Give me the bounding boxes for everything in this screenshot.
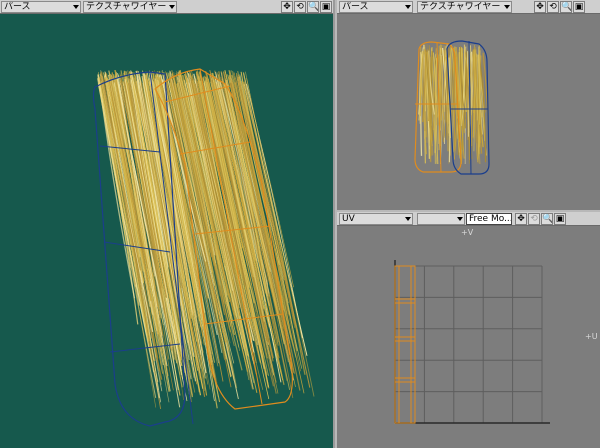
view-type-label: パース [4,2,31,12]
rotate-view-icon[interactable]: ⟲ [547,1,559,13]
uv-canvas[interactable]: +V +U [337,226,600,448]
top-right-toolbar: パース テクスチャワイヤー ✥ ⟲ 🔍 ▣ [337,0,600,14]
move-view-icon[interactable]: ✥ [281,1,293,13]
view-type-dropdown[interactable]: パース [339,1,413,13]
display-mode-label: テクスチャワイヤー [420,2,501,12]
chevron-down-icon [405,217,411,221]
rotate-view-icon[interactable]: ⟲ [294,1,306,13]
uv-view-label: UV [342,214,355,224]
chevron-down-icon [405,5,411,9]
hair-strand [472,49,475,138]
display-mode-label: テクスチャワイヤー [86,2,167,12]
zoom-view-icon[interactable]: 🔍 [307,1,319,13]
uv-map-dropdown[interactable] [417,213,465,225]
perspective-canvas[interactable] [0,14,333,448]
maximize-view-icon[interactable]: ▣ [320,1,332,13]
move-view-icon[interactable]: ✥ [515,213,527,225]
display-mode-dropdown[interactable]: テクスチャワイヤー [417,1,512,13]
uv-toolbar: UV Free Mo... ✥ ⟲ 🔍 ▣ [337,212,600,226]
display-mode-dropdown[interactable]: テクスチャワイヤー [83,1,177,13]
chevron-down-icon [504,5,510,9]
top-right-scene [414,40,490,175]
view-type-label: パース [342,2,369,12]
perspective-viewport-pane: パース テクスチャワイヤー ✥ ⟲ 🔍 ▣ [0,0,335,448]
uv-grid [394,260,550,424]
zoom-view-icon[interactable]: 🔍 [560,1,572,13]
maximize-view-icon[interactable]: ▣ [554,213,566,225]
uv-island-orange [394,265,416,424]
hair-strand [453,48,456,151]
perspective-toolbar: パース テクスチャワイヤー ✥ ⟲ 🔍 ▣ [0,0,333,14]
uv-viewport-pane: UV Free Mo... ✥ ⟲ 🔍 ▣ +V +U [337,212,600,448]
top-right-canvas[interactable] [337,14,600,210]
maximize-view-icon[interactable]: ▣ [573,1,585,13]
chevron-down-icon [457,217,463,221]
uv-grid-lines [394,260,550,424]
hair-strand [423,48,426,132]
uv-view-dropdown[interactable]: UV [339,213,413,225]
uv-map-field[interactable]: Free Mo... [466,213,512,225]
rotate-view-icon[interactable]: ⟲ [528,213,540,225]
chevron-down-icon [73,5,79,9]
move-view-icon[interactable]: ✥ [534,1,546,13]
view-type-dropdown[interactable]: パース [1,1,81,13]
perspective-scene [92,68,315,427]
zoom-view-icon[interactable]: 🔍 [541,213,553,225]
chevron-down-icon [169,5,175,9]
top-right-viewport-pane: パース テクスチャワイヤー ✥ ⟲ 🔍 ▣ [337,0,600,210]
